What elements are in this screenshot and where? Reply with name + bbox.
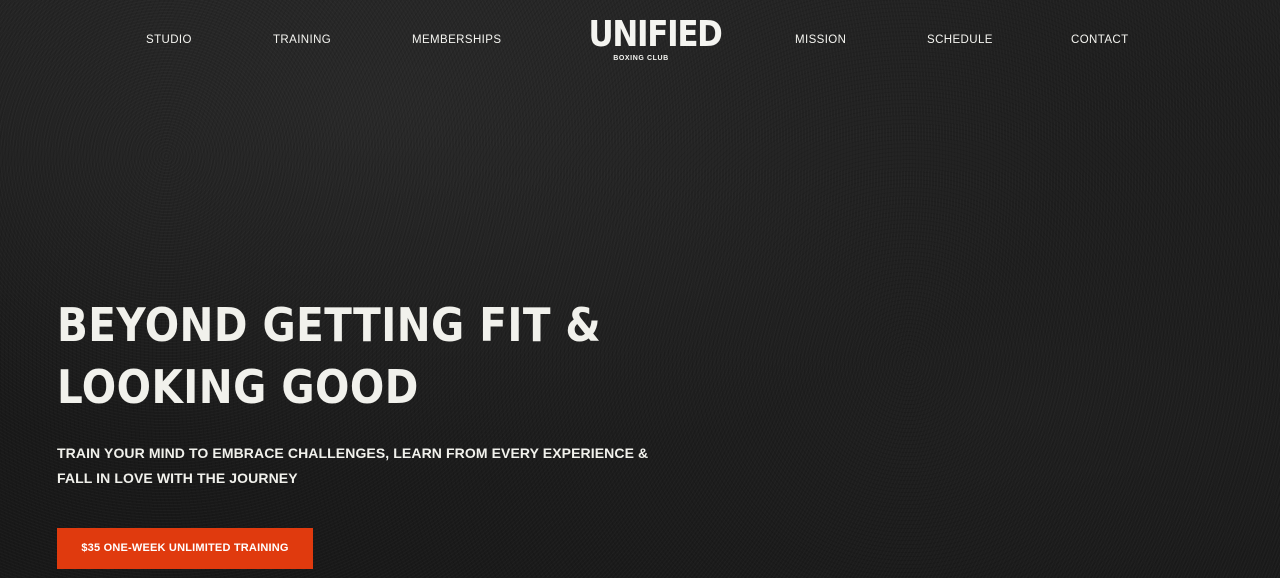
nav-link-schedule[interactable]: SCHEDULE — [927, 34, 993, 46]
nav-link-memberships[interactable]: MEMBERSHIPS — [412, 34, 501, 46]
hero-subheading-line-1: TRAIN YOUR MIND TO EMBRACE CHALLENGES, L… — [57, 445, 649, 461]
nav-link-mission[interactable]: MISSION — [795, 34, 846, 46]
hero-heading-line-2: LOOKING GOOD — [57, 360, 419, 414]
background-texture — [0, 0, 1280, 578]
logo-tagline: BOXING CLUB — [613, 55, 669, 62]
nav-link-studio[interactable]: STUDIO — [146, 34, 192, 46]
logo-wordmark: UNIFIED — [588, 14, 723, 55]
hero-heading: BEYOND GETTING FIT & LOOKING GOOD — [57, 294, 603, 418]
site-logo[interactable]: UNIFIED BOXING CLUB — [580, 14, 723, 70]
nav-link-contact[interactable]: CONTACT — [1071, 34, 1129, 46]
hero-subheading: TRAIN YOUR MIND TO EMBRACE CHALLENGES, L… — [57, 441, 649, 491]
main-navigation: STUDIO TRAINING MEMBERSHIPS UNIFIED BOXI… — [0, 0, 1280, 82]
nav-link-training[interactable]: TRAINING — [273, 34, 331, 46]
hero-heading-line-1: BEYOND GETTING FIT & — [57, 298, 602, 352]
page: STUDIO TRAINING MEMBERSHIPS UNIFIED BOXI… — [0, 0, 1280, 578]
hero-subheading-line-2: FALL IN LOVE WITH THE JOURNEY — [57, 470, 298, 486]
trial-offer-button[interactable]: $35 ONE-WEEK UNLIMITED TRAINING — [57, 528, 313, 569]
